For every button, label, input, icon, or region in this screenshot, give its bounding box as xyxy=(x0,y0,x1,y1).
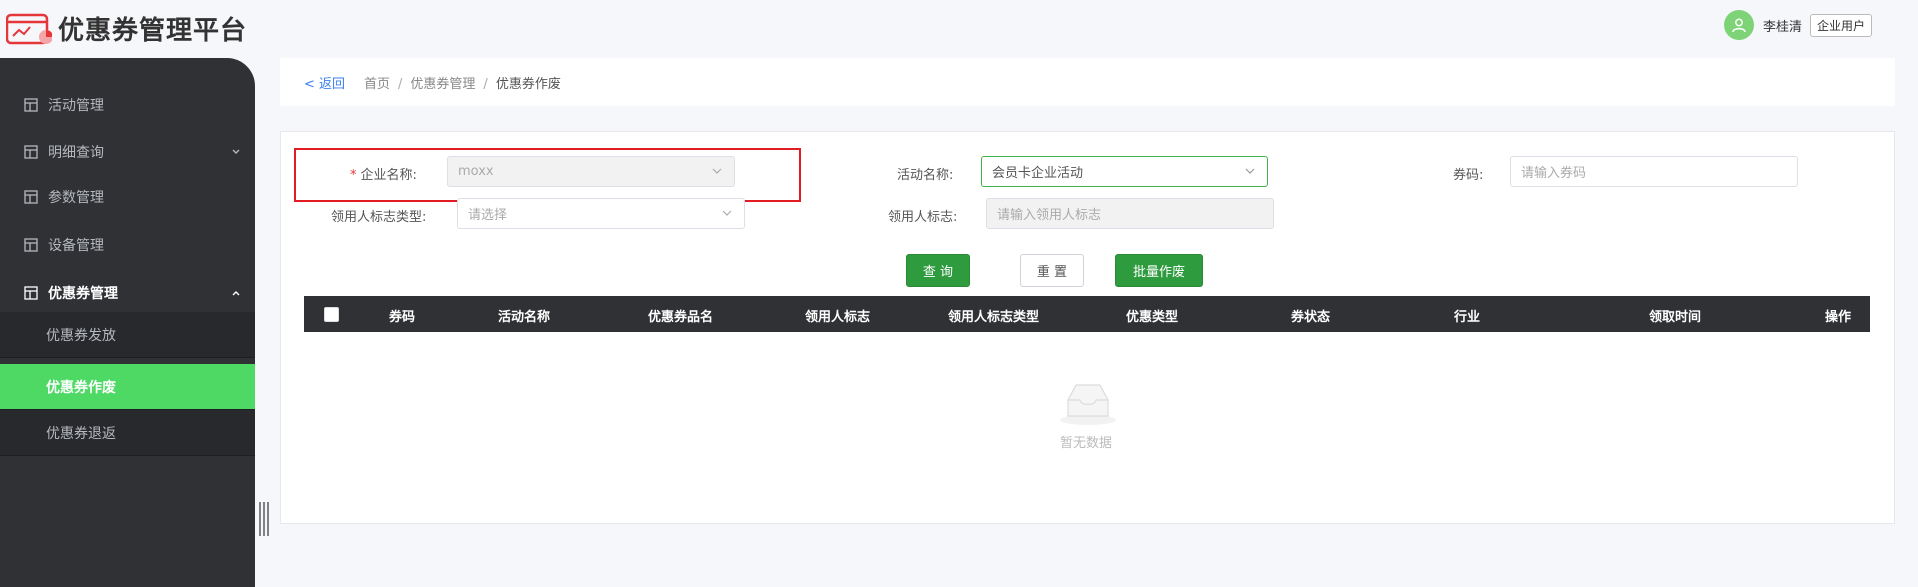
avatar[interactable] xyxy=(1723,10,1754,40)
sidebar-item-label: 设备管理 xyxy=(48,238,104,254)
sidebar-subitem-void[interactable]: 优惠券作废 xyxy=(0,364,255,410)
empty-text: 暂无数据 xyxy=(1060,436,1113,451)
user-role-badge: 企业用户 xyxy=(1809,13,1872,37)
sidebar-item-activity[interactable]: 活动管理 xyxy=(0,83,255,127)
mark-type-select[interactable]: 请选择 xyxy=(457,198,745,229)
user-name: 李桂清 xyxy=(1762,19,1802,35)
breadcrumb-bar: < 返回 首页 / 优惠券管理 / 优惠券作废 xyxy=(280,58,1895,106)
mark-type-label: 领用人标志类型: xyxy=(331,210,427,225)
empty-inbox-icon xyxy=(1060,384,1116,425)
sidebar-item-label: 明细查询 xyxy=(48,145,104,161)
activity-value: 会员卡企业活动 xyxy=(992,166,1084,181)
column-header: 操作 xyxy=(1825,310,1852,325)
user-icon xyxy=(1732,18,1746,33)
sidebar-item-devices[interactable]: 设备管理 xyxy=(0,223,255,267)
code-label: 券码: xyxy=(1453,168,1484,183)
menu-icon xyxy=(24,190,38,204)
sidebar-subitem-label: 优惠券作废 xyxy=(46,379,116,396)
sidebar-item-label: 活动管理 xyxy=(48,98,104,114)
menu-icon xyxy=(24,238,38,252)
column-header: 领用人标志 xyxy=(805,310,871,325)
sidebar-item-label: 优惠券管理 xyxy=(48,286,118,302)
chevron-down-icon xyxy=(1245,168,1255,174)
select-all-checkbox[interactable] xyxy=(324,307,339,322)
menu-icon xyxy=(24,145,38,159)
breadcrumb-separator: / xyxy=(483,77,488,92)
mark-input[interactable]: 请输入领用人标志 xyxy=(986,198,1274,229)
breadcrumb-home[interactable]: 首页 xyxy=(364,77,390,92)
user-area[interactable]: 李桂清 企业用户 xyxy=(1723,10,1872,40)
breadcrumb-parent[interactable]: 优惠券管理 xyxy=(410,77,475,92)
query-button[interactable]: 查 询 xyxy=(906,254,970,287)
sidebar-item-detail-query[interactable]: 明细查询 xyxy=(0,130,255,174)
app-title: 优惠券管理平台 xyxy=(58,16,248,46)
batch-void-button[interactable]: 批量作废 xyxy=(1115,254,1203,287)
sidebar-subitem-label: 优惠券退返 xyxy=(46,425,116,442)
code-placeholder: 请输入券码 xyxy=(1521,166,1587,181)
column-header: 优惠类型 xyxy=(1126,310,1179,325)
mark-type-placeholder: 请选择 xyxy=(468,208,508,223)
activity-select[interactable]: 会员卡企业活动 xyxy=(981,156,1268,187)
column-header: 券状态 xyxy=(1291,310,1331,325)
breadcrumb-separator: / xyxy=(398,77,403,92)
sidebar: 活动管理 明细查询 参数管理 设备管理 优惠券管理 优惠券发放 优惠券作废 优惠… xyxy=(0,58,255,587)
sidebar-subitem-refund[interactable]: 优惠券退返 xyxy=(0,410,255,456)
logo-icon xyxy=(6,13,52,45)
column-header: 券码 xyxy=(389,310,416,325)
menu-icon xyxy=(24,98,38,112)
chevron-down-icon xyxy=(722,210,732,216)
chevron-up-icon xyxy=(232,291,240,296)
mark-placeholder: 请输入领用人标志 xyxy=(997,208,1102,223)
resize-handle-icon[interactable] xyxy=(258,502,272,536)
reset-button[interactable]: 重 置 xyxy=(1020,254,1084,287)
column-header: 优惠券品名 xyxy=(648,310,714,325)
column-header: 活动名称 xyxy=(498,310,551,325)
back-link[interactable]: < 返回 xyxy=(304,73,345,92)
chevron-down-icon xyxy=(232,149,240,154)
sidebar-item-coupons[interactable]: 优惠券管理 xyxy=(0,271,255,315)
column-header: 行业 xyxy=(1454,310,1481,325)
table-header: 券码 活动名称 优惠券品名 领用人标志 领用人标志类型 优惠类型 券状态 行业 … xyxy=(304,296,1870,332)
highlight-box xyxy=(294,148,801,202)
sidebar-subitem-label: 优惠券发放 xyxy=(46,327,116,344)
sidebar-subitem-issue[interactable]: 优惠券发放 xyxy=(0,312,255,358)
menu-icon xyxy=(24,286,38,300)
sidebar-item-label: 参数管理 xyxy=(48,190,104,206)
column-header: 领取时间 xyxy=(1649,310,1702,325)
breadcrumb-current: 优惠券作废 xyxy=(495,77,561,92)
header: 优惠券管理平台 李桂清 企业用户 xyxy=(0,0,1918,56)
breadcrumb: 首页 / 优惠券管理 / 优惠券作废 xyxy=(364,73,561,92)
code-input[interactable]: 请输入券码 xyxy=(1510,156,1798,187)
sidebar-item-params[interactable]: 参数管理 xyxy=(0,175,255,219)
activity-label: 活动名称: xyxy=(897,168,954,183)
column-header: 领用人标志类型 xyxy=(948,310,1040,325)
mark-label: 领用人标志: xyxy=(888,210,958,225)
